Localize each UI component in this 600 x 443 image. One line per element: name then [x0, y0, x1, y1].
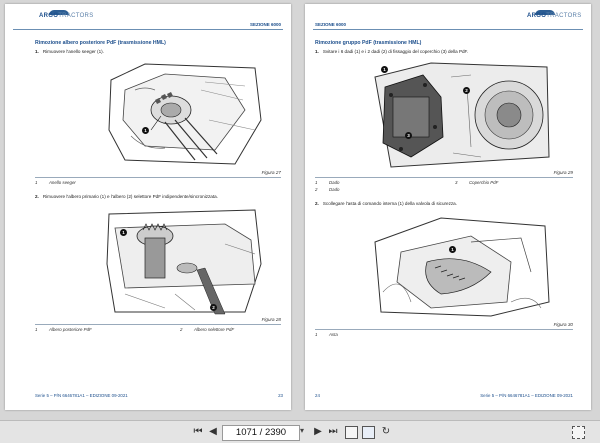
figure-divider — [315, 329, 573, 330]
legend-item: 1 Albero posteriore PdF — [35, 327, 92, 332]
page-number: 24 — [315, 393, 320, 398]
callout-1: 1 — [120, 229, 127, 236]
first-page-icon[interactable]: ⏮ — [192, 426, 204, 438]
legend-item: 3 Coperchio PdF — [455, 180, 499, 185]
section-title: Rimozione gruppo PdF (trasmissione HML) — [315, 40, 422, 46]
footer-info: Serie 5 – P/N 6646781A1 – EDIZIONE 09-20… — [35, 393, 128, 398]
callout-1: 1 — [381, 66, 388, 73]
figure-divider — [315, 177, 573, 178]
figure-30-caption: Figura 30 — [553, 322, 573, 327]
figure-29-caption: Figura 29 — [553, 170, 573, 175]
fullscreen-icon[interactable] — [572, 426, 585, 439]
header-divider — [313, 29, 583, 30]
figure-28-illustration — [105, 204, 263, 316]
figure-28-caption: Figura 28 — [261, 317, 281, 322]
section-title: Rimozione albero posteriore PdF (trasmis… — [35, 40, 166, 46]
figure-30-illustration — [371, 212, 551, 320]
footer-info: Serie 5 – P/N 6646781A1 – EDIZIONE 09-20… — [480, 393, 573, 398]
legend-item: 1 Dado — [315, 180, 340, 185]
callout-2: 2 — [463, 87, 470, 94]
legend-item: 1 Anello seeger — [35, 180, 76, 185]
rotate-icon[interactable]: ↻ — [380, 426, 392, 438]
step-1: 1. Rimuovere l'anello seeger (1). — [35, 49, 104, 54]
brand-logo: ARGOTRACTORS — [39, 13, 94, 19]
figure-29-illustration — [371, 57, 551, 169]
section-label: SEZIONE 6000 — [249, 22, 281, 27]
dropdown-icon[interactable]: ▾ — [300, 426, 304, 435]
legend-item: 1 Asta — [315, 332, 338, 337]
step-2: 2. Rimuovere l'albero primario (1) e l'al… — [35, 194, 218, 199]
fit-page-icon[interactable] — [345, 426, 358, 439]
callout-1: 1 — [449, 246, 456, 253]
step-2: 2. Scollegare l'asta di comando interna (… — [315, 201, 458, 206]
figure-27-caption: Figura 27 — [261, 170, 281, 175]
figure-divider — [35, 177, 281, 178]
page-number-input[interactable]: 1071 / 2390 — [222, 425, 300, 441]
viewer-toolbar: ⏮ ◀ 1071 / 2390 ▾ ▶ ⏭ ↻ — [0, 420, 600, 443]
callout-2: 2 — [210, 304, 217, 311]
last-page-icon[interactable]: ⏭ — [327, 426, 339, 438]
document-page-right: SEZIONE 6000 ARGOTRACTORS Rimozione grup… — [305, 4, 591, 410]
prev-page-icon[interactable]: ◀ — [207, 426, 219, 438]
section-label: SEZIONE 6000 — [315, 22, 347, 27]
page-number: 23 — [278, 393, 283, 398]
brand-logo: ARGOTRACTORS — [527, 13, 582, 19]
callout-1: 1 — [142, 127, 149, 134]
header-divider — [13, 29, 283, 30]
legend-item: 2 Dado — [315, 187, 340, 192]
callout-3: 3 — [405, 132, 412, 139]
step-1: 1. Svitare i 6 dadi (1) e i 2 dadi (2) di… — [315, 49, 469, 54]
legend-item: 2 Albero selettore PdF — [180, 327, 235, 332]
figure-divider — [35, 324, 281, 325]
figure-27-illustration — [105, 60, 263, 168]
fit-width-icon[interactable] — [362, 426, 375, 439]
document-page-left: ARGOTRACTORS SEZIONE 6000 Rimozione albe… — [5, 4, 291, 410]
next-page-icon[interactable]: ▶ — [312, 426, 324, 438]
